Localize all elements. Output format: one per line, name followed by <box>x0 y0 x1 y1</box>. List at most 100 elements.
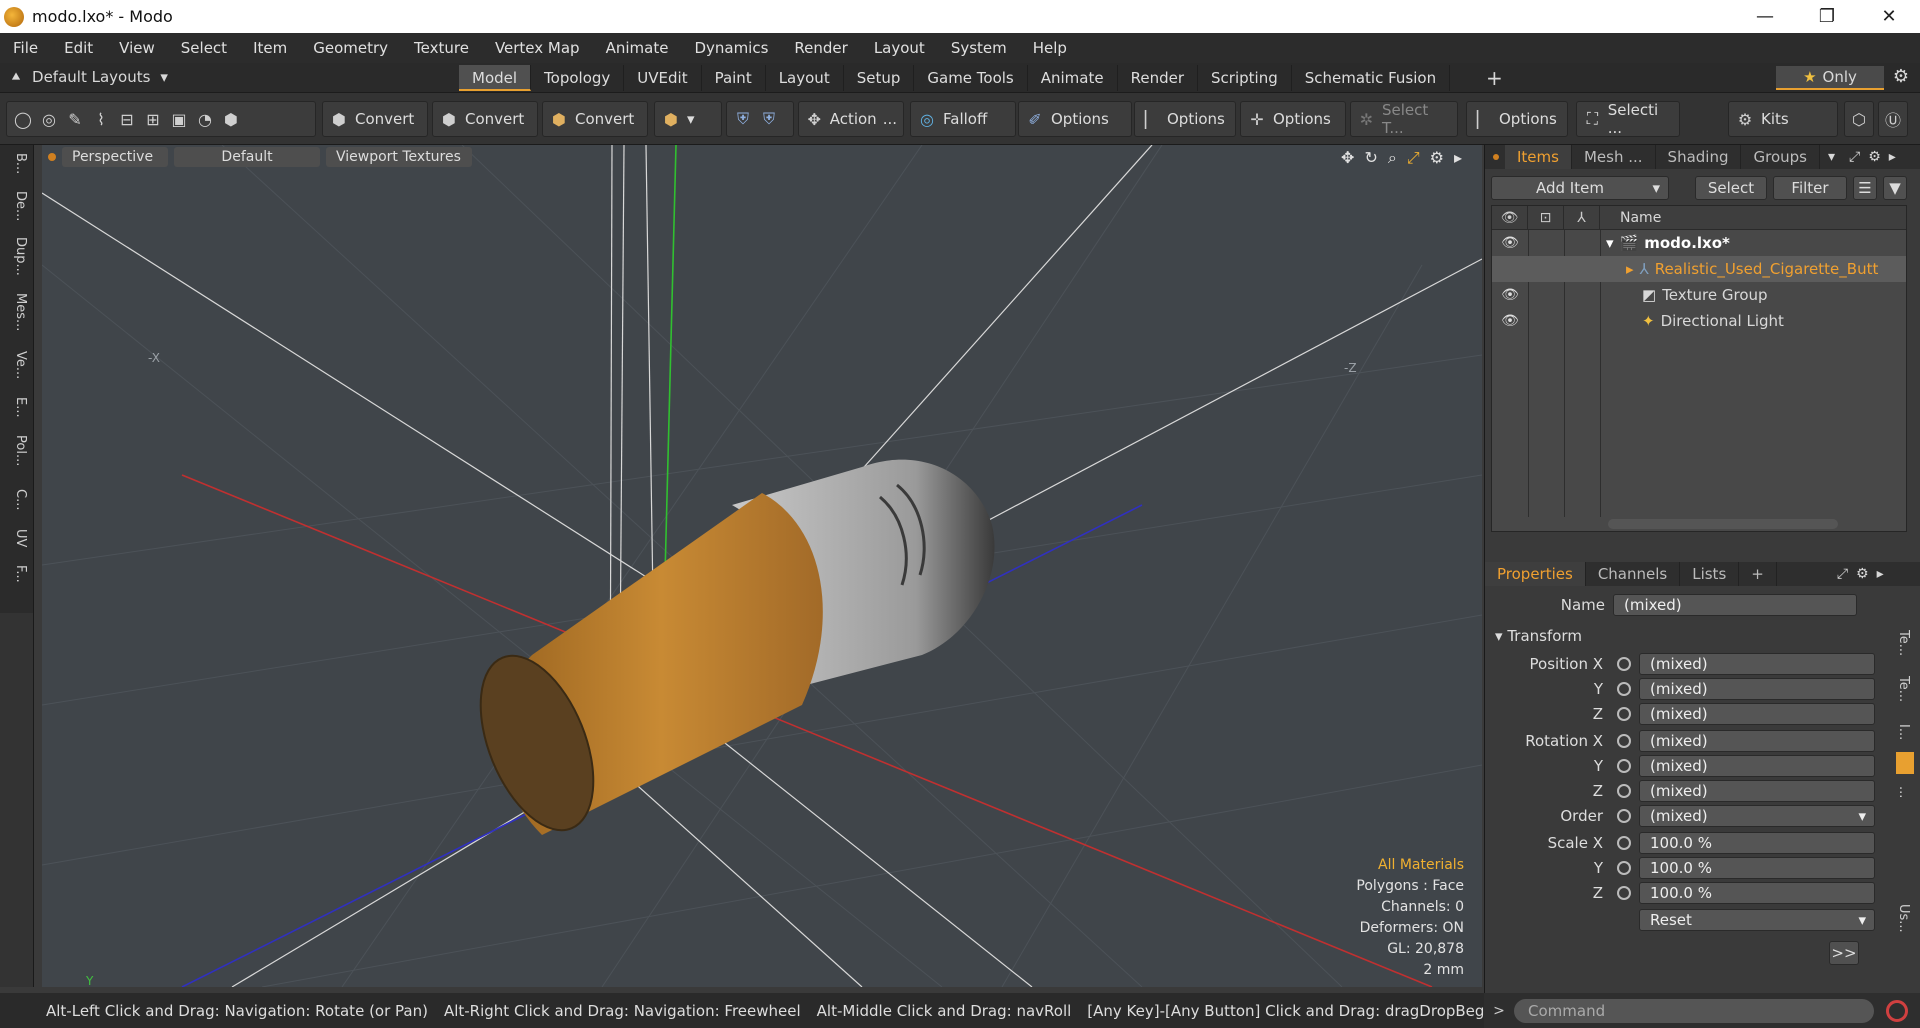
order-dropdown[interactable]: (mixed) ▾ <box>1639 805 1875 827</box>
menu-texture[interactable]: Texture <box>401 39 482 57</box>
menu-item[interactable]: Item <box>240 39 300 57</box>
record-macro-icon[interactable] <box>1886 999 1908 1022</box>
expand-arrow-icon[interactable]: ▸ <box>1454 148 1462 168</box>
convert-button-3[interactable]: ⬢ Convert <box>542 101 648 137</box>
render-column-icon[interactable]: ⅄ <box>1564 205 1600 230</box>
side-tab-info[interactable]: I... <box>1896 724 1911 740</box>
tab-scripting[interactable]: Scripting <box>1198 65 1292 91</box>
unity-button[interactable]: ⬡ <box>1844 101 1874 137</box>
restore-button[interactable]: ❐ <box>1796 0 1858 33</box>
tree-horizontal-scrollbar[interactable] <box>1608 519 1838 529</box>
vertices-mode-icon[interactable]: ◯ <box>13 109 33 129</box>
3d-viewport[interactable]: Perspective Default Viewport Textures ✥ … <box>42 145 1482 987</box>
tab-properties[interactable]: Properties <box>1485 562 1586 586</box>
keyframe-radio[interactable] <box>1617 682 1631 696</box>
options-button-2[interactable]: ▏ Options <box>1134 101 1236 137</box>
side-tab-texture[interactable]: Te... <box>1896 630 1911 656</box>
tab-model[interactable]: Model <box>459 65 532 91</box>
menu-layout[interactable]: Layout <box>861 39 938 57</box>
options-button-1[interactable]: ✐ Options <box>1018 101 1132 137</box>
convert-button-1[interactable]: ⬢ Convert <box>322 101 428 137</box>
left-tab-mesh-edit[interactable]: Mes... <box>6 293 28 331</box>
zoom-icon[interactable]: ⌕ <box>1388 148 1397 168</box>
tab-channels[interactable]: Channels <box>1586 562 1681 586</box>
tab-add[interactable]: + <box>1739 562 1777 586</box>
menu-help[interactable]: Help <box>1020 39 1080 57</box>
keyframe-radio[interactable] <box>1617 861 1631 875</box>
left-tab-polygon[interactable]: Pol... <box>6 435 28 466</box>
side-tab-active-marker[interactable] <box>1896 752 1914 774</box>
rotation-x-field[interactable]: (mixed) <box>1639 730 1875 752</box>
keyframe-radio[interactable] <box>1617 809 1631 823</box>
scale-y-field[interactable]: 100.0 % <box>1639 857 1875 879</box>
expand-triangle-icon[interactable]: ▾ <box>1606 234 1614 252</box>
left-tab-uv[interactable]: UV <box>6 529 28 547</box>
scale-x-field[interactable]: 100.0 % <box>1639 832 1875 854</box>
keyframe-radio[interactable] <box>1617 657 1631 671</box>
left-tab-curve[interactable]: C... <box>6 489 28 510</box>
keyframe-radio[interactable] <box>1617 707 1631 721</box>
shield-icon[interactable]: ⛨ <box>733 109 753 129</box>
rotation-y-field[interactable]: (mixed) <box>1639 755 1875 777</box>
tab-layout[interactable]: Layout <box>766 65 844 91</box>
shield-alt-icon[interactable]: ⛨ <box>759 109 779 129</box>
menu-system[interactable]: System <box>938 39 1020 57</box>
tab-topology[interactable]: Topology <box>531 65 625 91</box>
add-tab-plus-icon[interactable]: + <box>1486 66 1503 90</box>
select-button[interactable]: Select <box>1695 176 1767 200</box>
tree-row-directional-light[interactable]: 👁 ✦ Directional Light <box>1492 308 1906 334</box>
kits-button[interactable]: ⚙ Kits <box>1728 101 1838 137</box>
keyframe-radio[interactable] <box>1617 784 1631 798</box>
tab-render[interactable]: Render <box>1118 65 1199 91</box>
menu-select[interactable]: Select <box>168 39 240 57</box>
transform-section-header[interactable]: ▾ Transform <box>1495 627 1582 645</box>
list-options-icon[interactable]: ☰ <box>1853 176 1877 200</box>
panel-maximize-icon[interactable]: ⤢ <box>1837 566 1848 582</box>
maximize-icon[interactable]: ⤢ <box>1407 148 1420 168</box>
side-tab-texture-2[interactable]: Te... <box>1896 676 1911 702</box>
position-x-field[interactable]: (mixed) <box>1639 653 1875 675</box>
tab-lists[interactable]: Lists <box>1680 562 1740 586</box>
tab-groups[interactable]: Groups <box>1741 145 1820 169</box>
side-tab-user[interactable]: Us... <box>1896 904 1911 933</box>
tab-items[interactable]: Items <box>1505 145 1572 169</box>
panel-gear-icon[interactable]: ⚙ <box>1868 149 1881 165</box>
tab-schematic-fusion[interactable]: Schematic Fusion <box>1292 65 1451 91</box>
only-button[interactable]: ★ Only <box>1776 66 1884 90</box>
position-y-field[interactable]: (mixed) <box>1639 678 1875 700</box>
keyframe-radio[interactable] <box>1617 836 1631 850</box>
position-z-field[interactable]: (mixed) <box>1639 703 1875 725</box>
side-tab-more[interactable]: ... <box>1896 786 1911 798</box>
keyframe-radio[interactable] <box>1617 886 1631 900</box>
layout-selector[interactable]: ⯅ Default Layouts ▾ <box>10 68 168 86</box>
keyframe-radio[interactable] <box>1617 734 1631 748</box>
menu-edit[interactable]: Edit <box>51 39 106 57</box>
tab-paint[interactable]: Paint <box>702 65 766 91</box>
left-tab-duplicate[interactable]: Dup... <box>6 237 28 276</box>
left-tab-deform[interactable]: De... <box>6 191 28 221</box>
symmetry-dropdown[interactable]: ⬢ ▾ <box>654 101 722 137</box>
menu-view[interactable]: View <box>106 39 168 57</box>
name-column-header[interactable]: Name <box>1600 210 1661 226</box>
left-tab-edge[interactable]: E... <box>6 397 28 418</box>
falloff-button[interactable]: ◎ Falloff <box>910 101 1016 137</box>
visibility-eye-icon[interactable]: 👁 <box>1492 235 1528 251</box>
command-input[interactable]: Command <box>1514 998 1874 1023</box>
menu-geometry[interactable]: Geometry <box>300 39 401 57</box>
menu-file[interactable]: File <box>0 39 51 57</box>
left-tab-fusion[interactable]: F... <box>6 565 28 583</box>
menu-vertex-map[interactable]: Vertex Map <box>482 39 593 57</box>
action-center-button[interactable]: ✥ Action ... <box>798 101 904 137</box>
panel-menu-dot-icon[interactable] <box>1493 154 1499 160</box>
tree-row-scene[interactable]: 👁 ▾ 🎬 modo.lxo* <box>1492 230 1906 256</box>
shading-selector[interactable]: Default <box>174 147 320 167</box>
menu-render[interactable]: Render <box>781 39 860 57</box>
panel-gear-icon[interactable]: ⚙ <box>1856 566 1869 582</box>
keyframe-radio[interactable] <box>1617 759 1631 773</box>
brush-mode-icon[interactable]: ⌇ <box>91 109 111 129</box>
lock-column-icon[interactable]: ⊡ <box>1528 205 1564 230</box>
funnel-filter-icon[interactable]: ▼ <box>1883 176 1907 200</box>
tree-row-mesh[interactable]: ▸ ⅄ Realistic_Used_Cigarette_Butt <box>1492 256 1906 282</box>
viewport-textures-selector[interactable]: Viewport Textures <box>326 147 472 167</box>
convert-button-2[interactable]: ⬢ Convert <box>432 101 538 137</box>
